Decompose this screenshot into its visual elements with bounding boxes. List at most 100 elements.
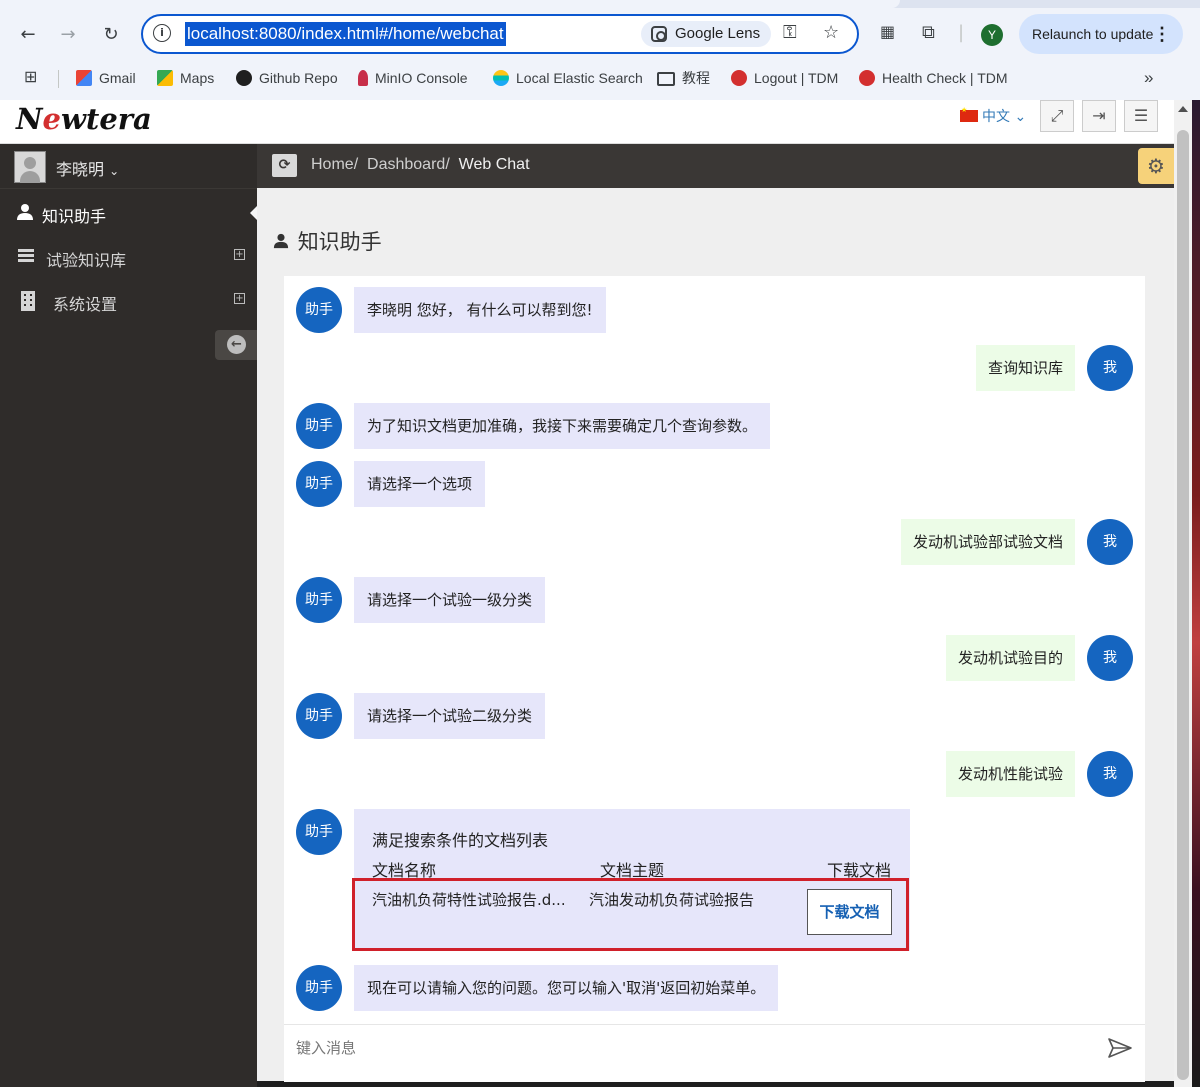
site-info-icon[interactable]: i: [153, 24, 171, 42]
user-name[interactable]: 李晓明 ⌄: [56, 156, 119, 180]
user-message-bubble: 查询知识库: [975, 345, 1075, 391]
menu-toggle-button[interactable]: ☰: [1124, 100, 1158, 132]
app-header: Newtera 中文 ⌄ ⤢ ⇥ ☰: [0, 100, 1200, 144]
page-title: 知识助手: [273, 226, 382, 256]
qr-code-icon[interactable]: ▦: [880, 22, 895, 41]
arrow-left-circle-icon: ←: [227, 335, 246, 354]
github-icon: [236, 70, 252, 86]
google-lens-button[interactable]: Google Lens: [641, 21, 771, 47]
folder-icon: [657, 72, 675, 86]
sidebar-item-test-knowledge-base[interactable]: 试验知识库 +: [0, 235, 257, 279]
active-tab[interactable]: [0, 0, 900, 8]
user-avatar: 我: [1087, 345, 1133, 391]
user-panel[interactable]: 李晓明 ⌄: [0, 144, 257, 189]
more-bookmarks-icon[interactable]: »: [1144, 68, 1153, 88]
bookmark-health-check[interactable]: Health Check | TDM: [859, 68, 1008, 88]
hamburger-icon: ☰: [1133, 106, 1149, 125]
database-icon: [18, 247, 38, 267]
avatar: [14, 151, 46, 183]
reload-icon[interactable]: ↻: [98, 22, 124, 48]
document-list-card: 满足搜索条件的文档列表 文档名称 文档主题 下载文档 汽油机负荷特性试验报告.d…: [352, 809, 910, 951]
settings-gear-button[interactable]: ⚙: [1138, 148, 1174, 184]
message-input-row: [284, 1024, 1145, 1072]
scroll-up-icon[interactable]: [1178, 106, 1188, 112]
sidebar-item-label: 系统设置: [53, 295, 118, 314]
toolbar-divider: |: [958, 22, 965, 43]
profile-avatar[interactable]: Y: [981, 24, 1003, 46]
bot-avatar: 助手: [296, 809, 342, 855]
newtera-logo[interactable]: Newtera: [16, 102, 152, 136]
relaunch-label: Relaunch to update: [1032, 26, 1154, 42]
expand-plus-icon[interactable]: +: [234, 249, 245, 260]
bookmarks-bar: ⊞ Gmail Maps Github Repo MinIO Console L…: [0, 62, 1200, 94]
bookmark-maps[interactable]: Maps: [157, 68, 214, 88]
bookmark-github[interactable]: Github Repo: [236, 68, 338, 88]
sidebar-item-knowledge-assistant[interactable]: 知识助手: [0, 191, 258, 235]
bot-message-bubble: 李晓明 您好， 有什么可以帮到您!: [354, 287, 606, 333]
send-icon[interactable]: [1107, 1037, 1133, 1059]
message-input[interactable]: [284, 1025, 1084, 1071]
address-bar[interactable]: i localhost:8080/index.html#/home/webcha…: [141, 14, 859, 54]
apps-grid-icon[interactable]: ⊞: [24, 68, 37, 88]
breadcrumb-current: Web Chat: [458, 156, 530, 173]
bot-avatar: 助手: [296, 693, 342, 739]
fullscreen-button[interactable]: ⤢: [1040, 100, 1074, 132]
bookmark-minio[interactable]: MinIO Console: [358, 68, 468, 88]
bookmarks-divider: [58, 70, 59, 88]
relaunch-button[interactable]: Relaunch to update ⋮: [1019, 14, 1183, 54]
lens-label: Google Lens: [675, 25, 761, 42]
url-text[interactable]: localhost:8080/index.html#/home/webchat: [185, 22, 506, 46]
refresh-icon[interactable]: ⟳: [272, 154, 297, 177]
sidebar-collapse-button[interactable]: ←: [215, 330, 257, 360]
document-name-cell[interactable]: 汽油机负荷特性试验报告.d...: [372, 889, 566, 910]
bot-message-bubble: 请选择一个选项: [354, 461, 486, 507]
user-avatar: 我: [1087, 519, 1133, 565]
bookmark-star-icon[interactable]: ☆: [823, 22, 839, 43]
bot-message-bubble: 请选择一个试验一级分类: [354, 577, 546, 623]
breadcrumb-home[interactable]: Home: [311, 156, 354, 173]
bot-message-bubble: 现在可以请输入您的问题。您可以输入'取消'返回初始菜单。: [354, 965, 779, 1011]
page-scrollbar[interactable]: [1174, 100, 1192, 1087]
bot-message-bubble: 请选择一个试验二级分类: [354, 693, 546, 739]
extensions-icon[interactable]: ⧉: [922, 22, 935, 43]
sidebar-item-label: 试验知识库: [46, 251, 127, 270]
expand-icon: ⤢: [1050, 106, 1064, 125]
document-topic-cell: 汽油发动机负荷试验报告: [589, 891, 755, 909]
sidebar-item-label: 知识助手: [42, 207, 107, 226]
bookmark-logout-tdm[interactable]: Logout | TDM: [731, 68, 838, 88]
tdm-icon: [859, 70, 875, 86]
user-avatar: 我: [1087, 635, 1133, 681]
user-message-bubble: 发动机性能试验: [945, 751, 1075, 797]
building-icon: [20, 291, 40, 311]
chat-panel: 助手 李晓明 您好， 有什么可以帮到您! 查询知识库 我 助手 为了知识文档更加…: [284, 276, 1145, 1082]
sidebar: 李晓明 ⌄ 知识助手 试验知识库 + 系统设置 + ←: [0, 144, 258, 1087]
elastic-icon: [493, 70, 509, 86]
chevron-down-icon: ⌄: [109, 164, 120, 178]
bot-avatar: 助手: [296, 403, 342, 449]
logout-button[interactable]: ⇥: [1082, 100, 1116, 132]
expand-plus-icon[interactable]: +: [234, 293, 245, 304]
bookmark-gmail[interactable]: Gmail: [76, 68, 136, 88]
menu-dots-icon[interactable]: ⋮: [1153, 14, 1171, 54]
download-document-button[interactable]: 下载文档: [807, 889, 892, 935]
maps-icon: [157, 70, 173, 86]
back-icon[interactable]: ←: [15, 22, 41, 48]
sign-out-icon: ⇥: [1092, 106, 1106, 125]
scrollbar-thumb[interactable]: [1177, 130, 1189, 1080]
tab-strip: [0, 0, 1200, 8]
lens-icon: [651, 26, 667, 42]
bookmark-tutorial[interactable]: 教程: [657, 68, 710, 88]
user-avatar: 我: [1087, 751, 1133, 797]
breadcrumb: Home/ Dashboard/ Web Chat: [311, 156, 530, 173]
user-icon: [16, 203, 36, 223]
password-key-icon[interactable]: ⚿: [783, 22, 797, 43]
sidebar-item-system-settings[interactable]: 系统设置 +: [0, 279, 257, 323]
forward-icon[interactable]: →: [55, 22, 81, 48]
chevron-down-icon: ⌄: [1014, 109, 1027, 125]
gmail-icon: [76, 70, 92, 86]
language-selector[interactable]: 中文 ⌄: [960, 106, 1026, 126]
breadcrumb-dashboard[interactable]: Dashboard: [367, 156, 445, 173]
bookmark-elastic[interactable]: Local Elastic Search: [493, 68, 643, 88]
bot-avatar: 助手: [296, 287, 342, 333]
minio-icon: [358, 70, 368, 86]
